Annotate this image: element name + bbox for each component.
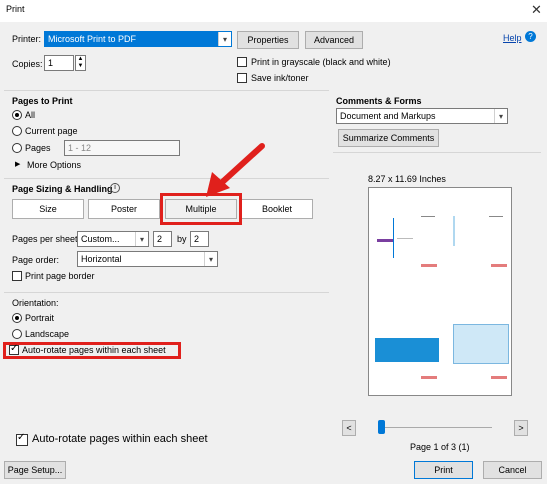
expand-arrow-icon[interactable]: ▶: [15, 160, 20, 168]
save-ink-label: Save ink/toner: [251, 73, 309, 83]
help-link[interactable]: Help: [503, 33, 522, 43]
page-indicator: Page 1 of 3 (1): [410, 442, 470, 452]
pages-to-print-title: Pages to Print: [12, 96, 73, 106]
by-label: by: [177, 234, 187, 244]
page-setup-button[interactable]: Page Setup...: [4, 461, 66, 479]
chevron-down-icon: ▾: [204, 252, 217, 266]
chevron-down-icon: ▾: [494, 109, 507, 123]
title-bar: [0, 0, 547, 22]
size-button[interactable]: Size: [12, 199, 84, 219]
window-title: Print: [6, 4, 25, 14]
pages-per-sheet-value: Custom...: [81, 234, 120, 244]
chevron-down-icon: ▾: [135, 232, 148, 246]
copies-label: Copies:: [12, 59, 43, 69]
preview-mark: [453, 216, 473, 246]
page-order-select[interactable]: Horizontal ▾: [77, 251, 218, 267]
close-icon[interactable]: ✕: [531, 2, 542, 18]
portrait-label: Portrait: [25, 313, 55, 323]
poster-button[interactable]: Poster: [88, 199, 160, 219]
properties-button[interactable]: Properties: [237, 31, 299, 49]
pages-label: Pages: [25, 143, 51, 153]
portrait-radio[interactable]: [12, 313, 22, 323]
all-label: All: [25, 110, 36, 120]
preview-mark: [491, 264, 507, 267]
current-page-radio[interactable]: [12, 126, 22, 136]
page-order-value: Horizontal: [81, 254, 122, 264]
page-slider-track: [380, 427, 492, 428]
pages-per-sheet-label: Pages per sheet:: [12, 234, 81, 244]
page-sizing-title: Page Sizing & Handling: [12, 184, 113, 194]
comments-title: Comments & Forms: [336, 96, 422, 106]
pages-per-sheet-select[interactable]: Custom... ▾: [77, 231, 149, 247]
autorotate-zoom-label: Auto-rotate pages within each sheet: [32, 433, 208, 445]
chevron-down-icon: ▾: [218, 32, 231, 46]
next-page-button[interactable]: >: [514, 420, 528, 436]
advanced-button[interactable]: Advanced: [305, 31, 363, 49]
more-options-link[interactable]: More Options: [27, 160, 81, 170]
print-button[interactable]: Print: [414, 461, 473, 479]
booklet-button[interactable]: Booklet: [241, 199, 313, 219]
summarize-comments-button[interactable]: Summarize Comments: [338, 129, 439, 147]
all-radio[interactable]: [12, 110, 22, 120]
pages-range-input[interactable]: 1 - 12: [64, 140, 180, 156]
preview-size: 8.27 x 11.69 Inches: [368, 174, 446, 184]
grayscale-label: Print in grayscale (black and white): [251, 57, 391, 67]
pps-x-input[interactable]: 2: [153, 231, 172, 247]
preview-mark: [421, 376, 437, 379]
preview-mark: [453, 324, 509, 364]
prev-page-button[interactable]: <: [342, 420, 356, 436]
printer-select[interactable]: Microsoft Print to PDF ▾: [44, 31, 232, 47]
pages-radio[interactable]: [12, 143, 22, 153]
preview-mark: [375, 338, 439, 362]
comments-value: Document and Markups: [340, 111, 436, 121]
page-order-label: Page order:: [12, 255, 60, 265]
print-border-label: Print page border: [25, 271, 95, 281]
preview-mark: [491, 376, 507, 379]
preview-mark: [397, 238, 413, 252]
grayscale-checkbox[interactable]: [237, 57, 247, 67]
cancel-button[interactable]: Cancel: [483, 461, 542, 479]
copies-input[interactable]: 1: [44, 55, 74, 71]
printer-label: Printer:: [12, 34, 42, 44]
save-ink-checkbox[interactable]: [237, 73, 247, 83]
printer-value: Microsoft Print to PDF: [48, 34, 137, 44]
preview-mark: [489, 216, 503, 222]
print-border-checkbox[interactable]: [12, 271, 22, 281]
red-arrow-icon: [206, 143, 265, 197]
preview-mark: [421, 216, 435, 222]
current-page-label: Current page: [25, 126, 78, 136]
help-icon[interactable]: ?: [525, 31, 536, 42]
preview-mark: [421, 264, 437, 267]
info-icon[interactable]: i: [110, 183, 120, 193]
landscape-radio[interactable]: [12, 329, 22, 339]
autorotate-zoom-checkbox: [16, 432, 28, 446]
page-slider-thumb[interactable]: [378, 420, 385, 434]
preview-mark: [393, 218, 394, 258]
preview-page: [368, 187, 512, 396]
comments-select[interactable]: Document and Markups ▾: [336, 108, 508, 124]
pps-y-input[interactable]: 2: [190, 231, 209, 247]
copies-stepper[interactable]: ▲ ▼: [75, 55, 86, 71]
autorotate-checkbox[interactable]: [9, 343, 19, 355]
preview-mark: [377, 239, 393, 242]
autorotate-label: Auto-rotate pages within each sheet: [22, 345, 166, 355]
landscape-label: Landscape: [25, 329, 70, 339]
orientation-title: Orientation:: [12, 298, 59, 308]
